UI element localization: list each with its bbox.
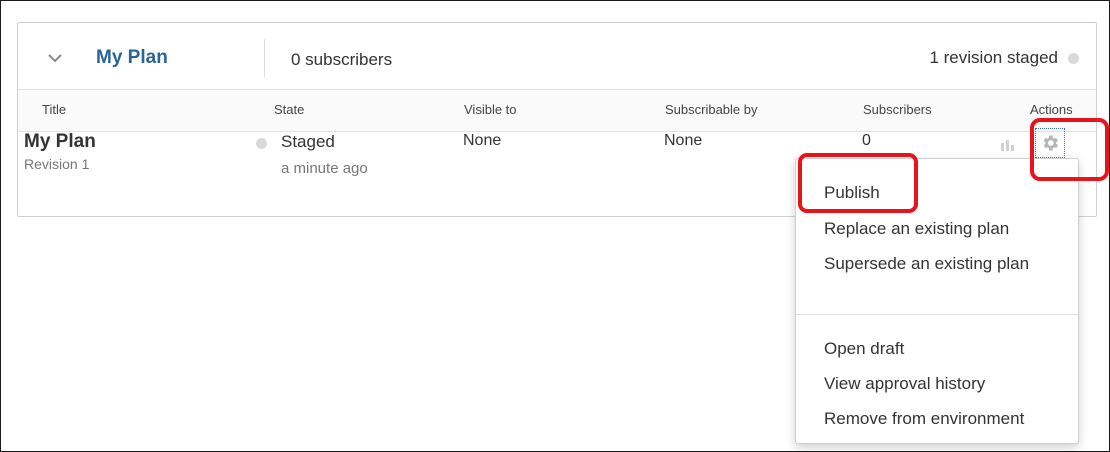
revision-status: 1 revision staged bbox=[929, 48, 1058, 67]
header-divider bbox=[264, 39, 265, 77]
row-state-time: a minute ago bbox=[281, 160, 368, 177]
menu-divider bbox=[796, 314, 1078, 315]
menu-item-remove-from-environment[interactable]: Remove from environment bbox=[824, 409, 1024, 429]
plan-header: My Plan 0 subscribers 1 revision staged bbox=[18, 23, 1096, 89]
row-subscribers: 0 bbox=[862, 132, 871, 149]
status-dot-icon bbox=[1068, 53, 1079, 64]
row-state: Staged bbox=[281, 132, 335, 151]
bar-chart-icon[interactable] bbox=[1000, 137, 1016, 151]
highlight-gear-annotation bbox=[1030, 118, 1109, 181]
column-title: Title bbox=[42, 102, 67, 117]
column-visible-to: Visible to bbox=[464, 102, 517, 117]
column-subscribable-by: Subscribable by bbox=[665, 102, 758, 117]
menu-item-open-draft[interactable]: Open draft bbox=[824, 339, 904, 359]
column-subscribers: Subscribers bbox=[863, 102, 932, 117]
row-plan-title[interactable]: My Plan bbox=[24, 131, 96, 153]
row-visible-to: None bbox=[463, 132, 502, 149]
row-revision: Revision 1 bbox=[24, 156, 90, 172]
status-dot-icon bbox=[256, 138, 267, 149]
subscribers-count: 0 subscribers bbox=[291, 50, 393, 69]
plan-title[interactable]: My Plan bbox=[96, 47, 168, 69]
menu-item-replace-plan[interactable]: Replace an existing plan bbox=[824, 219, 1009, 239]
table-header: Title State Visible to Subscribable by S… bbox=[18, 89, 1096, 132]
column-actions: Actions bbox=[1030, 102, 1073, 117]
column-state: State bbox=[274, 102, 305, 117]
menu-item-approval-history[interactable]: View approval history bbox=[824, 374, 985, 394]
chevron-down-icon[interactable] bbox=[48, 53, 62, 63]
menu-item-supersede-plan[interactable]: Supersede an existing plan bbox=[824, 254, 1029, 274]
highlight-publish-annotation bbox=[798, 153, 918, 213]
row-subscribable-by: None bbox=[664, 132, 703, 149]
